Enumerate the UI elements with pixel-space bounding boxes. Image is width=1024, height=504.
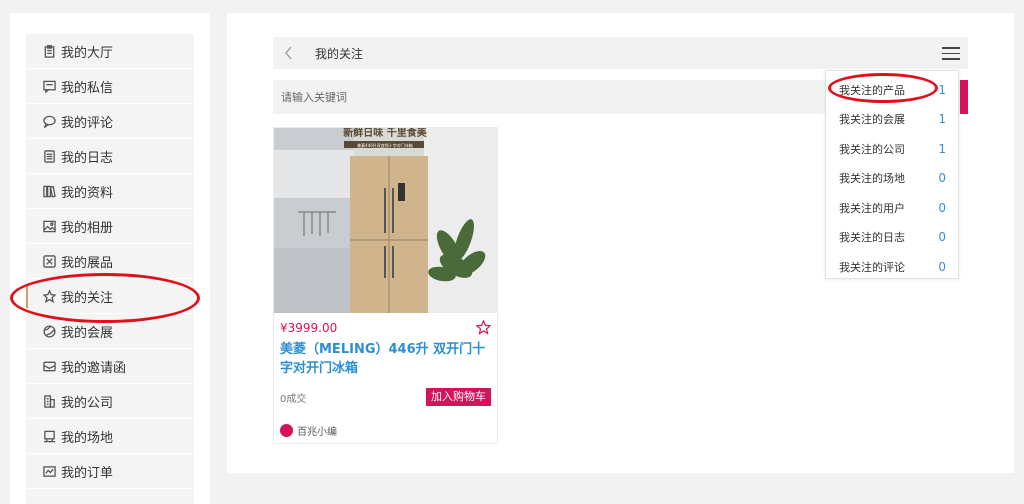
image-icon xyxy=(42,219,56,233)
sidebar-item-label: 我的订单 xyxy=(61,465,114,481)
log-icon xyxy=(42,149,56,163)
sidebar-item-exhibitions[interactable]: 我的会展 xyxy=(26,314,194,349)
sidebar-item-messages[interactable]: 我的私信 xyxy=(26,69,194,104)
product-name[interactable]: 美菱（MELING）446升 双开门十字对开门冰箱 xyxy=(280,340,491,378)
dropdown-item-products[interactable]: 我关注的产品 1 xyxy=(826,75,958,105)
chevron-left-icon xyxy=(285,46,292,60)
search-button[interactable] xyxy=(960,80,968,114)
dropdown-item-label: 我关注的场地 xyxy=(839,172,905,186)
sidebar-item-label: 我的关注 xyxy=(61,290,114,306)
sidebar-item-orders[interactable]: 我的订单 xyxy=(26,454,194,489)
banner-subtitle: 美菱446升双变频十字对门冰箱 xyxy=(357,142,413,148)
message-icon xyxy=(42,79,56,93)
sidebar-item-label: 我的相册 xyxy=(61,220,114,236)
sidebar-item-label: 我的展品 xyxy=(61,255,114,271)
dropdown-item-label: 我关注的产品 xyxy=(839,83,905,97)
sidebar-item-label: 我的大厅 xyxy=(61,45,114,61)
globe-icon xyxy=(42,324,56,338)
sold-row: 0成交 加入购物车 xyxy=(280,388,491,406)
add-to-cart-button[interactable]: 加入购物车 xyxy=(426,388,491,406)
shop-logo-icon xyxy=(280,424,293,437)
sidebar-item-invitations[interactable]: 我的邀请函 xyxy=(26,349,194,384)
star-icon xyxy=(42,289,56,303)
hamburger-icon xyxy=(942,47,960,49)
sidebar-item-venue[interactable]: 我的场地 xyxy=(26,419,194,454)
back-button[interactable] xyxy=(273,37,305,69)
dropdown-item-label: 我关注的公司 xyxy=(839,142,905,156)
sidebar-item-album[interactable]: 我的相册 xyxy=(26,209,194,244)
dropdown-item-count: 0 xyxy=(938,230,946,245)
books-icon xyxy=(42,184,56,198)
dropdown-item-count: 0 xyxy=(938,200,946,215)
sidebar-item-comments[interactable]: 我的评论 xyxy=(26,104,194,139)
venue-icon xyxy=(42,429,56,443)
page-title: 我的关注 xyxy=(315,46,364,61)
sidebar-item-label: 我的公司 xyxy=(61,395,114,411)
dropdown-item-count: 0 xyxy=(938,171,946,186)
sidebar-item-label: 我的场地 xyxy=(61,430,114,446)
dropdown-item-count: 1 xyxy=(938,82,946,97)
sidebar-item-hall[interactable]: 我的大厅 xyxy=(26,34,194,69)
dropdown-item-comments[interactable]: 我关注的评论 0 xyxy=(826,252,958,282)
dropdown-item-count: 1 xyxy=(938,112,946,127)
envelope-icon xyxy=(42,359,56,373)
menu-button[interactable] xyxy=(942,44,960,62)
dropdown-item-count: 0 xyxy=(938,259,946,274)
dropdown-item-count: 1 xyxy=(938,141,946,156)
favorite-button[interactable] xyxy=(475,319,492,335)
dropdown-item-users[interactable]: 我关注的用户 0 xyxy=(826,193,958,223)
comment-icon xyxy=(42,114,56,128)
fridge-photo: 新鲜日味 千里食美 美菱446升双变频十字对门冰箱 xyxy=(274,128,497,313)
dropdown-item-label: 我关注的会展 xyxy=(839,113,905,127)
follow-dropdown-menu: 我关注的产品 1 我关注的会展 1 我关注的公司 1 我关注的场地 0 我关注的… xyxy=(825,70,959,279)
dropdown-item-label: 我关注的评论 xyxy=(839,260,905,274)
shop-name: 百兆小编 xyxy=(297,427,337,438)
sidebar-item-profile[interactable]: 我的资料 xyxy=(26,174,194,209)
shop-link[interactable]: 百兆小编 xyxy=(280,423,491,438)
sidebar-item-label: 我的会展 xyxy=(61,325,114,341)
banner-title: 新鲜日味 千里食美 xyxy=(343,128,427,139)
sidebar: 我的大厅 我的私信 我的评论 我的日志 我的资料 我的相册 我的展品 我的关注 … xyxy=(10,13,210,504)
exhibit-icon xyxy=(42,254,56,268)
sidebar-item-label: 我的资料 xyxy=(61,185,114,201)
sidebar-item-exhibits[interactable]: 我的展品 xyxy=(26,244,194,279)
product-image[interactable]: 新鲜日味 千里食美 美菱446升双变频十字对门冰箱 xyxy=(274,128,497,313)
star-outline-icon xyxy=(475,319,492,335)
dropdown-item-exhibitions[interactable]: 我关注的会展 1 xyxy=(826,105,958,135)
header-bar: 我的关注 xyxy=(273,37,968,69)
sidebar-item-label: 我的评论 xyxy=(61,115,114,131)
dropdown-item-label: 我关注的日志 xyxy=(839,231,905,245)
main-panel: 我的关注 请输入关键词 新鲜日味 千里食美 美菱446升双变频十字对门冰箱 ¥3… xyxy=(227,13,1014,473)
dropdown-item-logs[interactable]: 我关注的日志 0 xyxy=(826,223,958,253)
building-icon xyxy=(42,394,56,408)
order-icon xyxy=(42,464,56,478)
product-price: ¥3999.00 xyxy=(280,321,338,335)
dropdown-item-companies[interactable]: 我关注的公司 1 xyxy=(826,134,958,164)
product-info: ¥3999.00 美菱（MELING）446升 双开门十字对开门冰箱 0成交 加… xyxy=(274,313,497,438)
sidebar-item-label: 我的日志 xyxy=(61,150,114,166)
sold-count: 0成交 xyxy=(280,393,307,405)
dropdown-item-label: 我关注的用户 xyxy=(839,201,905,215)
sidebar-item-logs[interactable]: 我的日志 xyxy=(26,139,194,174)
sidebar-item-partial[interactable] xyxy=(26,489,194,504)
dropdown-item-venues[interactable]: 我关注的场地 0 xyxy=(826,164,958,194)
sidebar-item-follows[interactable]: 我的关注 xyxy=(26,279,194,314)
sidebar-item-label: 我的私信 xyxy=(61,80,114,96)
sidebar-item-label: 我的邀请函 xyxy=(61,360,127,376)
clipboard-icon xyxy=(42,44,56,58)
search-input[interactable] xyxy=(281,90,781,104)
product-card: 新鲜日味 千里食美 美菱446升双变频十字对门冰箱 ¥3999.00 美菱（ME… xyxy=(273,127,498,444)
sidebar-item-company[interactable]: 我的公司 xyxy=(26,384,194,419)
